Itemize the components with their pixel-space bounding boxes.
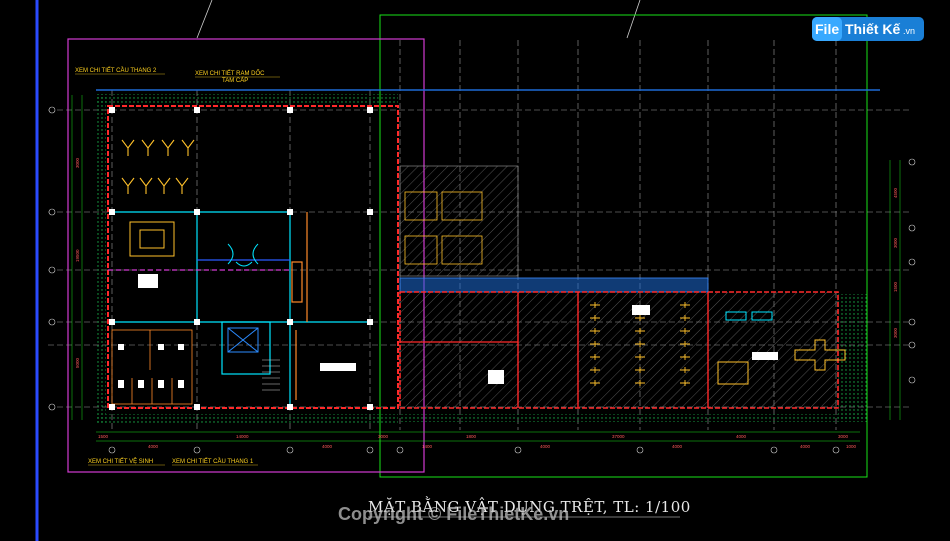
- right-wing: [399, 291, 839, 409]
- dim-bottom-9: 4000: [672, 444, 683, 449]
- filethietke-logo: File Thiết Kế .vn: [812, 17, 924, 41]
- note-stair-1: XEM CHI TIẾT CẦU THANG 1: [172, 458, 254, 465]
- dim-left-2: 5000: [75, 357, 80, 368]
- dim-left-0: 3000: [75, 157, 80, 168]
- garage-area: [399, 165, 519, 277]
- dim-bottom-10: 4000: [736, 434, 747, 439]
- dim-bottom-1: 4000: [148, 444, 159, 449]
- note-ramp-1: XEM CHI TIẾT RAM DỐC: [195, 70, 265, 77]
- note-ramp-2: TAM CẤP: [222, 77, 248, 84]
- dim-right-3: 3000: [893, 327, 898, 338]
- dim-bottom-7: 4000: [540, 444, 551, 449]
- dim-right-2: 1500: [893, 281, 898, 292]
- dim-bottom-11: 4000: [800, 444, 811, 449]
- cad-floor-plan: XEM CHI TIẾT CẦU THANG 2 XEM CHI TIẾT RA…: [35, 0, 924, 541]
- dim-bottom-4: 3000: [378, 434, 389, 439]
- grid-bubbles-bottom: [108, 446, 840, 454]
- seating-rows: [121, 139, 195, 194]
- interior-walls: [108, 211, 370, 407]
- dim-bottom-5: 1400: [422, 444, 433, 449]
- orange-walls: [291, 212, 308, 400]
- logo-brand-2: Thiết Kế: [845, 21, 900, 37]
- dim-right-0: 4500: [893, 187, 898, 198]
- restroom-fixtures: [118, 344, 184, 388]
- leader-line: [196, 0, 213, 39]
- sofa-set: [129, 221, 175, 257]
- note-stair-2: XEM CHI TIẾT CẦU THANG 2: [75, 67, 157, 74]
- dimension-labels-bottom: 1500 4000 14000 4000 3000 1400 1800 4000 37000 40…: [98, 434, 857, 449]
- grid-bubbles-left: [48, 106, 56, 411]
- logo-brand: File: [815, 21, 839, 37]
- leader-line: [626, 0, 641, 39]
- dimension-labels-right: 4500 3000 1500 3000: [893, 187, 898, 338]
- dim-bottom-13: 1000: [846, 444, 857, 449]
- restroom-area: [111, 329, 193, 405]
- dimension-labels-left: 3000 19500 5000: [75, 157, 80, 368]
- copyright-watermark: Copyright © FileThietKe.vn: [338, 504, 569, 524]
- dim-left-1: 19500: [75, 249, 80, 262]
- entry-doors: [227, 243, 259, 267]
- stair-1: [262, 359, 280, 391]
- dim-right-1: 3000: [893, 237, 898, 248]
- canopy-band: [399, 277, 709, 293]
- logo-domain: .vn: [903, 26, 915, 36]
- dim-bottom-8: 37000: [612, 434, 625, 439]
- dim-bottom-12: 3000: [838, 434, 849, 439]
- note-wc: XEM CHI TIẾT VỆ SINH: [88, 457, 153, 465]
- dim-bottom-6: 1800: [466, 434, 477, 439]
- grid-bubbles-right: [908, 158, 916, 384]
- dim-bottom-0: 1500: [98, 434, 109, 439]
- elevator-core: [227, 327, 259, 353]
- dim-bottom-2: 14000: [236, 434, 249, 439]
- dim-bottom-3: 4000: [322, 444, 333, 449]
